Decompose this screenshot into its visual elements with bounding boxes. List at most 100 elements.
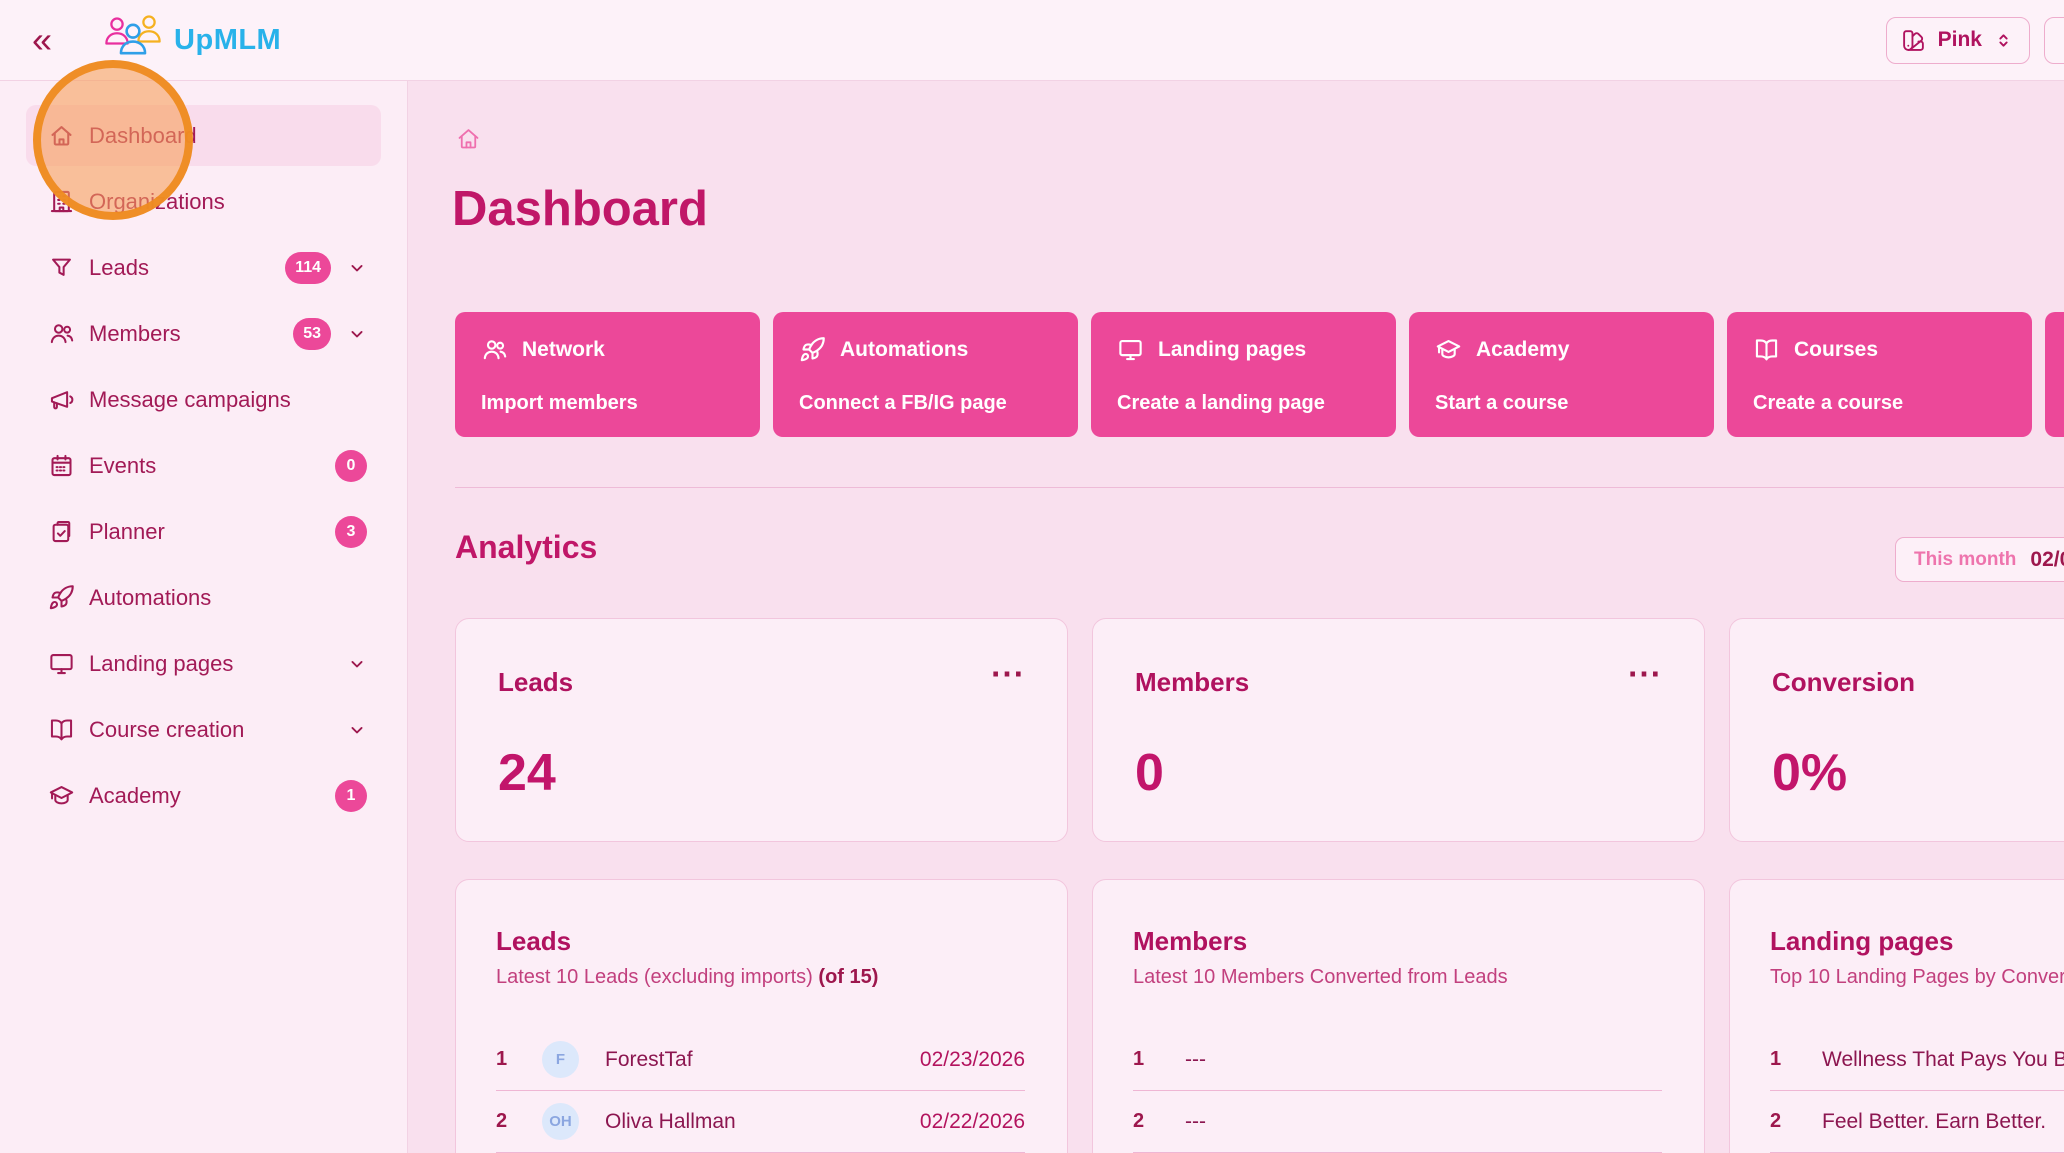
stat-value: 0% <box>1772 743 2064 803</box>
sidebar-item-label: Leads <box>89 255 149 281</box>
quick-action-subtitle: Create a course <box>1753 392 2006 415</box>
row-number: 2 <box>496 1110 520 1133</box>
sidebar-item-label: Dashboard <box>89 123 197 149</box>
landing-pages-list-card: Landing pages Top 10 Landing Pages by Co… <box>1729 879 2064 1153</box>
list-item[interactable]: 1 Wellness That Pays You Back <box>1770 1029 2064 1091</box>
sidebar-item-landing-pages[interactable]: Landing pages <box>26 633 381 694</box>
lead-name: Oliva Hallman <box>605 1110 736 1134</box>
sidebar-item-course-creation[interactable]: Course creation <box>26 699 381 760</box>
sidebar-item-label: Events <box>89 453 156 479</box>
swatch-book-icon <box>1901 28 1926 53</box>
sidebar-item-dashboard[interactable]: Dashboard <box>26 105 381 166</box>
stats-row: Leads ⋯ 24 Members ⋯ 0 Conversion ⋯ 0% <box>455 618 2064 842</box>
sidebar-item-planner[interactable]: Planner 3 <box>26 501 381 562</box>
row-number: 1 <box>1133 1048 1157 1071</box>
home-icon <box>48 122 75 149</box>
quick-action-courses[interactable]: Courses Create a course <box>1727 312 2032 437</box>
upmlm-logo-icon <box>102 14 164 66</box>
page-title: Dashboard <box>452 181 708 237</box>
row-number: 2 <box>1133 1110 1157 1133</box>
row-number: 2 <box>1770 1110 1794 1133</box>
sidebar-item-label: Course creation <box>89 717 244 743</box>
period-selector[interactable]: This month 02/0 <box>1895 537 2064 582</box>
quick-action-title: Network <box>522 338 605 362</box>
lists-row: Leads Latest 10 Leads (excluding imports… <box>455 879 2064 1153</box>
analytics-heading: Analytics <box>455 529 597 566</box>
chevron-down-icon[interactable] <box>347 324 367 344</box>
list-item[interactable]: 2 --- <box>1133 1091 1662 1153</box>
leads-list-card: Leads Latest 10 Leads (excluding imports… <box>455 879 1068 1153</box>
sidebar-item-leads[interactable]: Leads 114 <box>26 237 381 298</box>
list-subtitle: Latest 10 Members Converted from Leads <box>1133 966 1662 989</box>
avatar: OH <box>542 1103 579 1140</box>
stat-value: 0 <box>1135 743 1662 803</box>
funnel-icon <box>48 254 75 281</box>
theme-selector[interactable]: Pink <box>1886 17 2030 64</box>
members-list-card: Members Latest 10 Members Converted from… <box>1092 879 1705 1153</box>
period-label: This month <box>1914 549 2016 571</box>
users-icon <box>481 336 508 363</box>
sidebar-item-academy[interactable]: Academy 1 <box>26 765 381 826</box>
brand-name: UpMLM <box>174 24 281 57</box>
member-name: --- <box>1185 1048 1206 1072</box>
megaphone-icon <box>48 386 75 413</box>
quick-action-title: Academy <box>1476 338 1569 362</box>
sidebar-item-members[interactable]: Members 53 <box>26 303 381 364</box>
list-title: Landing pages <box>1770 926 2064 957</box>
graduation-cap-icon <box>1435 336 1462 363</box>
quick-action-landing-pages[interactable]: Landing pages Create a landing page <box>1091 312 1396 437</box>
chevron-down-icon[interactable] <box>347 720 367 740</box>
list-title: Leads <box>496 926 1025 957</box>
list-item[interactable]: 1 F ForestTaf 02/23/2026 <box>496 1029 1025 1091</box>
list-item[interactable]: 1 --- <box>1133 1029 1662 1091</box>
count-badge: 3 <box>335 516 367 548</box>
list-item[interactable]: 2 Feel Better. Earn Better. <box>1770 1091 2064 1153</box>
chevron-down-icon[interactable] <box>347 258 367 278</box>
sidebar-collapse-icon[interactable]: « <box>32 22 52 58</box>
stat-card-conversion: Conversion ⋯ 0% <box>1729 618 2064 842</box>
sidebar-item-automations[interactable]: Automations <box>26 567 381 628</box>
count-badge: 0 <box>335 450 367 482</box>
rocket-icon <box>48 584 75 611</box>
chevron-down-icon[interactable] <box>347 654 367 674</box>
calendar-icon <box>48 452 75 479</box>
sidebar-item-message-campaigns[interactable]: Message campaigns <box>26 369 381 430</box>
clipboard-check-icon <box>48 518 75 545</box>
clipped-toolbar-button[interactable] <box>2044 17 2064 64</box>
quick-action-clipped[interactable]: C <box>2045 312 2064 437</box>
list-subtitle-text: Latest 10 Leads (excluding imports) <box>496 966 818 988</box>
rocket-icon <box>799 336 826 363</box>
main-content: Dashboard Network Import members Automat… <box>408 81 2064 1153</box>
lead-date: 02/23/2026 <box>920 1048 1025 1072</box>
more-menu-icon[interactable]: ⋯ <box>1627 667 1662 681</box>
sidebar: Dashboard Organizations Leads 114 Member… <box>0 81 408 1153</box>
sidebar-item-organizations[interactable]: Organizations <box>26 171 381 232</box>
list-subtitle-text: Latest 10 Members Converted from Leads <box>1133 966 1508 988</box>
more-menu-icon[interactable]: ⋯ <box>990 667 1025 681</box>
brand-logo[interactable]: UpMLM <box>102 14 281 66</box>
graduation-cap-icon <box>48 782 75 809</box>
row-number: 1 <box>1770 1048 1794 1071</box>
lead-date: 02/22/2026 <box>920 1110 1025 1134</box>
quick-action-automations[interactable]: Automations Connect a FB/IG page <box>773 312 1078 437</box>
stat-value: 24 <box>498 743 1025 803</box>
breadcrumb-home-icon[interactable] <box>455 125 482 152</box>
sidebar-item-events[interactable]: Events 0 <box>26 435 381 496</box>
count-badge: 1 <box>335 780 367 812</box>
list-subtitle-text: Top 10 Landing Pages by Convers <box>1770 966 2064 988</box>
stat-title: Leads <box>498 667 573 698</box>
quick-action-title: Courses <box>1794 338 1878 362</box>
count-badge: 114 <box>285 252 331 284</box>
quick-action-network[interactable]: Network Import members <box>455 312 760 437</box>
quick-action-academy[interactable]: Academy Start a course <box>1409 312 1714 437</box>
count-badge: 53 <box>293 318 331 350</box>
sidebar-item-label: Landing pages <box>89 651 233 677</box>
monitor-icon <box>1117 336 1144 363</box>
sidebar-item-label: Planner <box>89 519 165 545</box>
lead-name: ForestTaf <box>605 1048 693 1072</box>
quick-action-subtitle: Import members <box>481 392 734 415</box>
users-icon <box>48 320 75 347</box>
list-item[interactable]: 2 OH Oliva Hallman 02/22/2026 <box>496 1091 1025 1153</box>
chevron-up-down-icon <box>1994 31 2013 50</box>
quick-action-title: Automations <box>840 338 968 362</box>
